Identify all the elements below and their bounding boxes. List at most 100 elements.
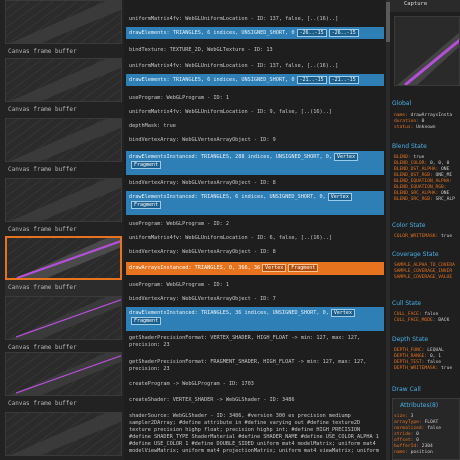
command-chip-button[interactable]: Vertex bbox=[262, 264, 287, 272]
command-text: useProgram: WebGLProgram - ID: 1 bbox=[129, 95, 229, 101]
blend-line: BLEND_SRC_RGB: SRC_ALP bbox=[394, 197, 455, 202]
command-row[interactable]: bindTexture: TEXTURE_2D, WebGLTexture - … bbox=[126, 45, 384, 54]
command-text: drawElementsInstanced: TRIANGLES, 288 in… bbox=[129, 154, 333, 160]
attribute-line: bufferId: 2304 bbox=[394, 444, 433, 449]
command-chip-button[interactable]: Vertex bbox=[330, 309, 355, 317]
command-row[interactable]: drawElementsInstanced: TRIANGLES, 36 ind… bbox=[126, 307, 384, 331]
depth-line: DEPTH_WRITEMASK: true bbox=[394, 366, 453, 371]
blend-line: BLEND_DST_RGB: ONE_MI bbox=[394, 173, 453, 178]
command-text: drawElements: TRIANGLES, 6 indices, UNSI… bbox=[129, 77, 295, 83]
command-chip-button[interactable]: -26..-15 bbox=[328, 29, 359, 37]
command-text: drawElementsInstanced: TRIANGLES, 36 ind… bbox=[129, 310, 329, 316]
command-row[interactable]: bindVertexArray: WebGLVertexArrayObject … bbox=[126, 294, 384, 303]
global-line: duration: 0 bbox=[394, 119, 425, 124]
blend-line: BLEND_EQUATION_ALPHA: bbox=[394, 179, 453, 184]
thumbnail-frame[interactable] bbox=[5, 0, 122, 44]
command-text: createProgram -> WebGLProgram - ID: 1703 bbox=[129, 381, 254, 387]
attribute-line: offset: 0 bbox=[394, 438, 419, 443]
section-global[interactable]: Global bbox=[392, 100, 460, 107]
thumbnail-preview-icon bbox=[6, 59, 121, 101]
command-row[interactable]: useProgram: WebGLProgram - ID: 2 bbox=[126, 219, 384, 228]
command-row[interactable]: useProgram: WebGLProgram - ID: 1 bbox=[126, 280, 384, 289]
thumbnail-label: Canvas frame buffer bbox=[8, 226, 77, 233]
command-chip-button[interactable]: Vertex bbox=[334, 153, 359, 161]
command-chip-button[interactable]: Fragment bbox=[131, 201, 162, 209]
command-text: uniformMatrix4fv: WebGLUniformLocation -… bbox=[129, 63, 339, 69]
command-row[interactable]: createShader: VERTEX_SHADER -> WebGLShad… bbox=[126, 395, 384, 404]
blend-line: BLEND_EQUATION_RGB: bbox=[394, 185, 447, 190]
blend-line: BLEND_DST_ALPHA: ONE bbox=[394, 167, 450, 172]
command-row[interactable]: drawElementsInstanced: TRIANGLES, 6 indi… bbox=[126, 191, 384, 215]
thumbnail-frame[interactable] bbox=[5, 118, 122, 162]
thumbnail-frame[interactable] bbox=[5, 412, 122, 456]
command-row[interactable]: uniformMatrix4fv: WebGLUniformLocation -… bbox=[126, 61, 384, 70]
color-line: COLOR_WRITEMASK: true bbox=[394, 234, 453, 239]
command-row[interactable]: bindVertexArray: WebGLVertexArrayObject … bbox=[126, 247, 384, 256]
command-row[interactable]: getShaderPrecisionFormat: VERTEX_SHADER,… bbox=[126, 333, 384, 353]
cull-line: CULL_FACE: false bbox=[394, 312, 439, 317]
command-row[interactable]: uniformMatrix4fv: WebGLUniformLocation -… bbox=[126, 107, 384, 116]
command-row[interactable]: drawElementsInstanced: TRIANGLES, 288 in… bbox=[126, 151, 384, 175]
thumbnail-frame[interactable] bbox=[5, 58, 122, 102]
section-coverage-state[interactable]: Coverage State bbox=[392, 251, 460, 258]
command-row-selected[interactable]: drawArraysInstanced: TRIANGLES, 0, 366, … bbox=[126, 262, 384, 275]
command-row[interactable]: drawElements: TRIANGLES, 6 indices, UNSI… bbox=[126, 74, 384, 86]
thumbnail-label: Canvas frame buffer bbox=[8, 344, 77, 351]
command-chip-button[interactable]: -26..-15 bbox=[296, 29, 327, 37]
command-chip-button[interactable]: Vertex bbox=[327, 193, 352, 201]
panel-header: Capture bbox=[390, 0, 460, 12]
command-row[interactable]: shaderSource: WebGLShader - ID: 3486, #v… bbox=[126, 411, 384, 460]
command-chip-button[interactable]: Fragment bbox=[131, 161, 162, 169]
thumbnail-preview-icon bbox=[7, 238, 120, 278]
section-color-state[interactable]: Color State bbox=[392, 222, 460, 229]
depth-line: DEPTH_RANGE: 0, 1 bbox=[394, 354, 442, 359]
command-row[interactable]: uniformMatrix4fv: WebGLUniformLocation -… bbox=[126, 14, 384, 23]
command-text: drawElements: TRIANGLES, 6 indices, UNSI… bbox=[129, 30, 295, 36]
command-text: bindVertexArray: WebGLVertexArrayObject … bbox=[129, 296, 276, 302]
thumbnail-frame[interactable] bbox=[5, 296, 122, 340]
command-text: bindVertexArray: WebGLVertexArrayObject … bbox=[129, 180, 276, 186]
command-text: drawArraysInstanced: TRIANGLES, 0, 366, … bbox=[129, 265, 261, 271]
thumbnail-label: Canvas frame buffer bbox=[8, 48, 77, 55]
coverage-line: SAMPLE_ALPHA_TO_COVERA bbox=[394, 263, 455, 268]
thumbnail-preview-icon bbox=[6, 1, 121, 43]
capture-tab[interactable]: Capture bbox=[404, 1, 427, 7]
command-text: drawElementsInstanced: TRIANGLES, 6 indi… bbox=[129, 194, 326, 200]
command-chip-button[interactable]: Fragment bbox=[288, 264, 319, 272]
section-blend-state[interactable]: Blend State bbox=[392, 143, 460, 150]
global-line: status: Unknown bbox=[394, 125, 436, 130]
command-row[interactable]: depthMask: true bbox=[126, 121, 384, 130]
thumbnail-label: Canvas frame buffer bbox=[8, 400, 77, 407]
section-draw-call[interactable]: Draw Call bbox=[392, 386, 460, 393]
thumbnail-frame[interactable] bbox=[5, 236, 122, 280]
command-text: getShaderPrecisionFormat: FRAGMENT_SHADE… bbox=[129, 359, 367, 372]
command-chip-button[interactable]: -21..-15 bbox=[328, 76, 359, 84]
command-row[interactable]: bindVertexArray: WebGLVertexArrayObject … bbox=[126, 135, 384, 144]
cull-line: CULL_FACE_MODE: BACK bbox=[394, 318, 450, 323]
thumbnail-frame[interactable] bbox=[5, 352, 122, 396]
command-row[interactable]: uniformMatrix4fv: WebGLUniformLocation -… bbox=[126, 233, 384, 242]
command-row[interactable]: createProgram -> WebGLProgram - ID: 1703 bbox=[126, 379, 384, 388]
command-text: uniformMatrix4fv: WebGLUniformLocation -… bbox=[129, 235, 333, 241]
command-list[interactable]: uniformMatrix4fv: WebGLUniformLocation -… bbox=[124, 0, 386, 460]
command-row[interactable]: drawElements: TRIANGLES, 6 indices, UNSI… bbox=[126, 27, 384, 39]
command-text: depthMask: true bbox=[129, 123, 176, 129]
command-row[interactable]: useProgram: WebGLProgram - ID: 1 bbox=[126, 93, 384, 102]
thumbnail-preview-icon bbox=[6, 353, 121, 395]
command-chip-button[interactable]: -21..-15 bbox=[296, 76, 327, 84]
command-row[interactable]: getShaderPrecisionFormat: FRAGMENT_SHADE… bbox=[126, 357, 384, 377]
blend-line: BLEND_COLOR: 0, 0, 0 bbox=[394, 161, 450, 166]
attributes-title[interactable]: Attributes(8) bbox=[400, 402, 460, 409]
command-text: bindVertexArray: WebGLVertexArrayObject … bbox=[129, 137, 276, 143]
capture-preview-icon bbox=[397, 32, 459, 85]
section-depth-state[interactable]: Depth State bbox=[392, 336, 460, 343]
command-text: shaderSource: WebGLShader - ID: 3486, #v… bbox=[129, 413, 379, 454]
command-row[interactable]: bindVertexArray: WebGLVertexArrayObject … bbox=[126, 178, 384, 187]
command-text: uniformMatrix4fv: WebGLUniformLocation -… bbox=[129, 16, 339, 22]
thumbnail-frame[interactable] bbox=[5, 178, 122, 222]
command-chip-button[interactable]: Fragment bbox=[131, 317, 162, 325]
thumbnail-preview-icon bbox=[6, 179, 121, 221]
command-text: createShader: VERTEX_SHADER -> WebGLShad… bbox=[129, 397, 295, 403]
section-cull-state[interactable]: Cull State bbox=[392, 300, 460, 307]
blend-line: BLEND_SRC_ALPHA: ONE bbox=[394, 191, 450, 196]
